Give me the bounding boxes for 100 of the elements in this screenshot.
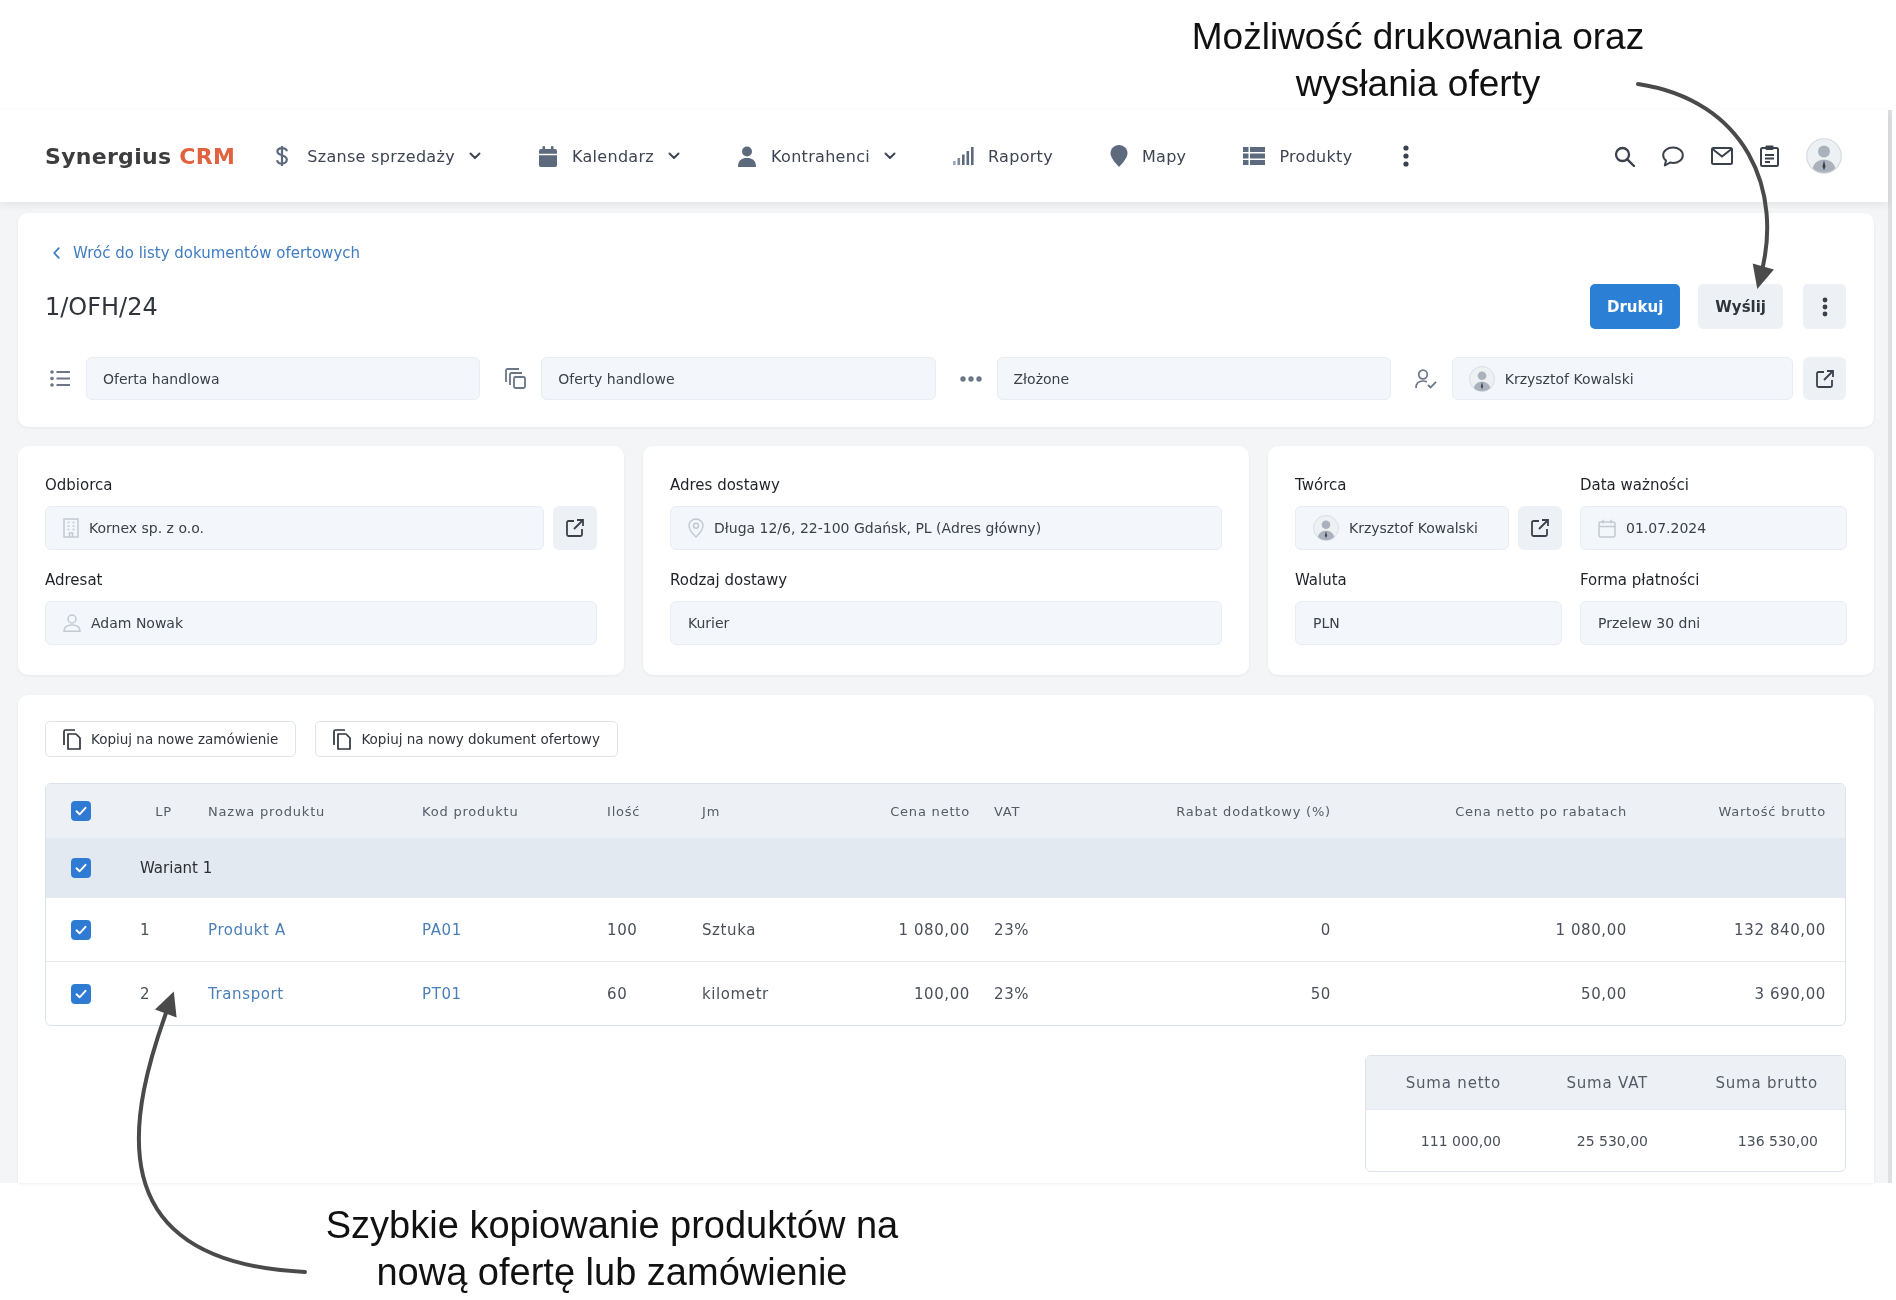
input-field[interactable]: Oferty handlowe <box>541 357 936 400</box>
user-avatar <box>1313 515 1339 541</box>
user-check-icon <box>1414 368 1437 389</box>
external-link-icon <box>1815 369 1834 388</box>
input-field[interactable]: Złożone <box>996 357 1391 400</box>
open-link-button[interactable] <box>1518 506 1562 550</box>
print-button[interactable]: Drukuj <box>1590 284 1681 329</box>
product-code-link[interactable]: PT01 <box>422 984 462 1003</box>
nav-menu-item[interactable]: Produkty <box>1243 146 1353 166</box>
annotation-text: Szybkie kopiowanie produktów na nową ofertę lub zamówienie <box>325 1203 899 1295</box>
building-icon <box>63 518 79 538</box>
table-cell: 0 <box>1320 920 1331 939</box>
document-title: 1/OFH/24 <box>45 292 158 321</box>
table-cell: 1 080,00 <box>898 920 970 939</box>
more-options-button[interactable] <box>1803 284 1846 329</box>
field-label: Odbiorca <box>45 476 114 494</box>
date-field[interactable]: 01.07.2024 <box>1580 506 1847 550</box>
back-link[interactable]: Wróć do listy dokumentów ofertowych <box>53 242 360 264</box>
open-link-button[interactable] <box>553 506 597 550</box>
table-cell: 100 <box>607 920 638 939</box>
variant-label: Wariant 1 <box>140 859 213 877</box>
bar-chart-icon <box>953 147 974 165</box>
nav-menu-item[interactable]: Kalendarz <box>537 145 681 167</box>
nav-menu-item[interactable]: Szanse sprzedaży <box>275 145 481 167</box>
field-label: Adres dostawy <box>670 476 781 494</box>
field-label: Rodzaj dostawy <box>670 571 789 589</box>
table-cell: 100,00 <box>913 984 970 1003</box>
table-cell: kilometr <box>702 984 769 1003</box>
table-cell: 23% <box>994 920 1030 939</box>
nav-menu-item[interactable]: Mapy <box>1109 145 1187 167</box>
column-header: Jm <box>702 803 721 819</box>
field-label: Forma płatności <box>1580 571 1701 589</box>
field-label: Waluta <box>1295 571 1348 589</box>
total-value: 25 530,00 <box>1576 1132 1648 1149</box>
column-header: Rabat dodatkowy (%) <box>1176 803 1331 819</box>
person-icon <box>63 614 81 632</box>
input-field[interactable]: PLN <box>1295 601 1562 645</box>
dots-icon <box>959 375 982 382</box>
table-cell: 60 <box>607 984 628 1003</box>
checkbox[interactable] <box>71 983 91 1004</box>
table-cell: 50 <box>1310 984 1331 1003</box>
field-label: Data ważności <box>1580 476 1690 494</box>
product-link[interactable]: Transport <box>208 984 284 1003</box>
total-value: 111 000,00 <box>1420 1132 1501 1149</box>
user-avatar <box>1468 365 1495 392</box>
table-cell: 1 <box>140 920 151 939</box>
calendar-icon <box>537 145 558 167</box>
field-label: Adresat <box>45 571 104 589</box>
checkbox[interactable] <box>71 857 91 878</box>
product-link[interactable]: Produkt A <box>208 920 286 939</box>
product-code-link[interactable]: PA01 <box>422 920 462 939</box>
user-field[interactable]: Krzysztof Kowalski <box>1451 357 1793 400</box>
column-header: Ilość <box>607 803 641 819</box>
copy-button[interactable]: Kopiuj na nowy dokument ofertowy <box>315 721 618 757</box>
copy-icon <box>63 728 81 750</box>
mail-icon[interactable] <box>1711 147 1733 165</box>
input-field[interactable]: Kurier <box>670 601 1222 645</box>
input-field[interactable]: Oferta handlowa <box>86 357 481 400</box>
column-header: Cena netto po rabatach <box>1455 803 1627 819</box>
send-button[interactable]: Wyślij <box>1698 284 1783 329</box>
copy-button[interactable]: Kopiuj na nowe zamówienie <box>45 721 297 757</box>
map-pin-icon <box>1109 145 1128 167</box>
copy-icon <box>504 368 526 389</box>
annotation-text: Możliwość drukowania oraz wysłania oferty <box>1191 15 1645 106</box>
total-value: 136 530,00 <box>1737 1132 1818 1149</box>
kebab-menu-icon <box>1821 296 1828 317</box>
external-link-icon <box>1531 519 1549 537</box>
checkbox[interactable] <box>71 919 91 940</box>
column-header: VAT <box>994 803 1021 819</box>
nav-menu-item[interactable]: Kontrahenci <box>737 145 896 167</box>
column-header: Suma netto <box>1405 1073 1501 1092</box>
field-label: Twórca <box>1295 476 1348 494</box>
external-link-icon <box>566 519 584 537</box>
input-field[interactable]: Przelew 30 dni <box>1580 601 1847 645</box>
logo: Synergius CRM <box>45 143 236 169</box>
table-cell: 2 <box>140 984 151 1003</box>
contact-field[interactable]: Adam Nowak <box>45 601 597 645</box>
more-menu-icon[interactable] <box>1403 145 1410 167</box>
column-header: Nazwa produktu <box>208 803 326 819</box>
map-pin-icon <box>688 518 704 538</box>
address-field[interactable]: Długa 12/6, 22-100 Gdańsk, PL (Adres główny) <box>670 506 1222 550</box>
checkbox[interactable] <box>71 801 91 821</box>
user-field[interactable]: Krzysztof Kowalski <box>1295 506 1509 550</box>
company-field[interactable]: Kornex sp. z o.o. <box>45 506 544 550</box>
clipboard-icon[interactable] <box>1760 145 1779 167</box>
list-icon <box>50 370 70 387</box>
table-cell: 23% <box>994 984 1030 1003</box>
chevron-left-icon <box>53 247 60 259</box>
table-cell: 132 840,00 <box>1734 920 1826 939</box>
column-header: Cena netto <box>890 803 970 819</box>
nav-menu-item[interactable]: Raporty <box>953 146 1053 166</box>
column-header: LP <box>155 803 172 819</box>
chat-bubble-icon[interactable] <box>1662 145 1684 167</box>
column-header: Wartość brutto <box>1718 803 1826 819</box>
dollar-icon <box>275 145 290 167</box>
search-icon[interactable] <box>1614 145 1635 167</box>
calendar-icon <box>1598 518 1616 538</box>
column-header: Suma brutto <box>1715 1073 1818 1092</box>
open-link-button[interactable] <box>1803 357 1846 400</box>
table-cell: 3 690,00 <box>1754 984 1826 1003</box>
